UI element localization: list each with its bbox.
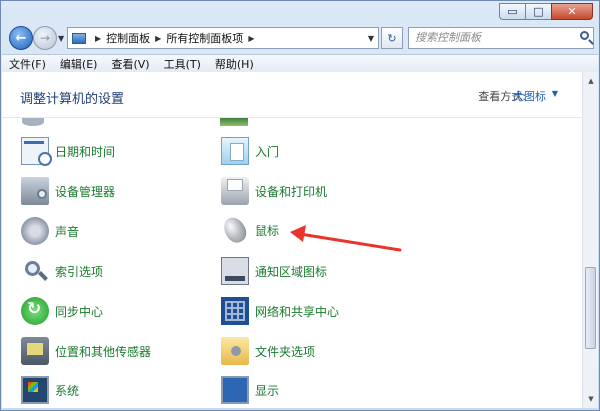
close-button[interactable]: ✕ (551, 3, 593, 20)
scroll-down-icon[interactable]: ▼ (585, 392, 597, 406)
refresh-icon: ↻ (387, 31, 397, 45)
address-dropdown-icon[interactable]: ▼ (368, 34, 374, 43)
chevron-right-icon[interactable]: ▶ (95, 34, 101, 43)
refresh-button[interactable]: ↻ (381, 27, 403, 49)
menu-help[interactable]: 帮助(H) (208, 56, 261, 72)
content-pane: 调整计算机的设置 查看方式: 大图标 ▼ 日期和时间 设备管理器 声音 索引选项… (2, 72, 582, 408)
scroll-up-icon[interactable]: ▲ (585, 74, 597, 88)
back-arrow-icon: ← (15, 30, 27, 46)
search-placeholder: 搜索控制面板 (415, 31, 481, 44)
menu-bar: 文件(F) 编辑(E) 查看(V) 工具(T) 帮助(H) (2, 54, 598, 73)
search-input[interactable]: 搜索控制面板 (408, 27, 594, 49)
navigation-bar: ← → ▼ ▶ 控制面板 ▶ 所有控制面板项 ▶ ▼ ↻ 搜索控制面板 (7, 26, 595, 52)
menu-edit[interactable]: 编辑(E) (53, 56, 105, 72)
search-icon[interactable] (580, 31, 589, 40)
maximize-button[interactable]: □ (525, 3, 551, 20)
chevron-right-icon[interactable]: ▶ (248, 34, 254, 43)
chevron-right-icon[interactable]: ▶ (155, 34, 161, 43)
forward-button[interactable]: → (33, 26, 57, 50)
control-panel-window: ▭ □ ✕ ← → ▼ ▶ 控制面板 ▶ 所有控制面板项 ▶ ▼ ↻ 搜索控制面… (0, 0, 600, 411)
forward-arrow-icon: → (39, 31, 51, 45)
breadcrumb-all-items[interactable]: 所有控制面板项 (166, 30, 243, 46)
control-panel-icon (72, 32, 86, 44)
breadcrumb-control-panel[interactable]: 控制面板 (106, 30, 150, 46)
menu-tools[interactable]: 工具(T) (157, 56, 208, 72)
recent-pages-dropdown[interactable]: ▼ (58, 34, 64, 43)
menu-file[interactable]: 文件(F) (2, 56, 53, 72)
caption-buttons: ▭ □ ✕ (499, 3, 593, 20)
address-bar[interactable]: ▶ 控制面板 ▶ 所有控制面板项 ▶ ▼ (67, 27, 379, 49)
annotation-arrow (290, 225, 402, 252)
menu-view[interactable]: 查看(V) (104, 56, 156, 72)
scroll-thumb[interactable] (585, 267, 596, 349)
minimize-button[interactable]: ▭ (499, 3, 525, 20)
vertical-scrollbar[interactable]: ▲ ▼ (582, 72, 598, 408)
back-button[interactable]: ← (9, 26, 33, 50)
